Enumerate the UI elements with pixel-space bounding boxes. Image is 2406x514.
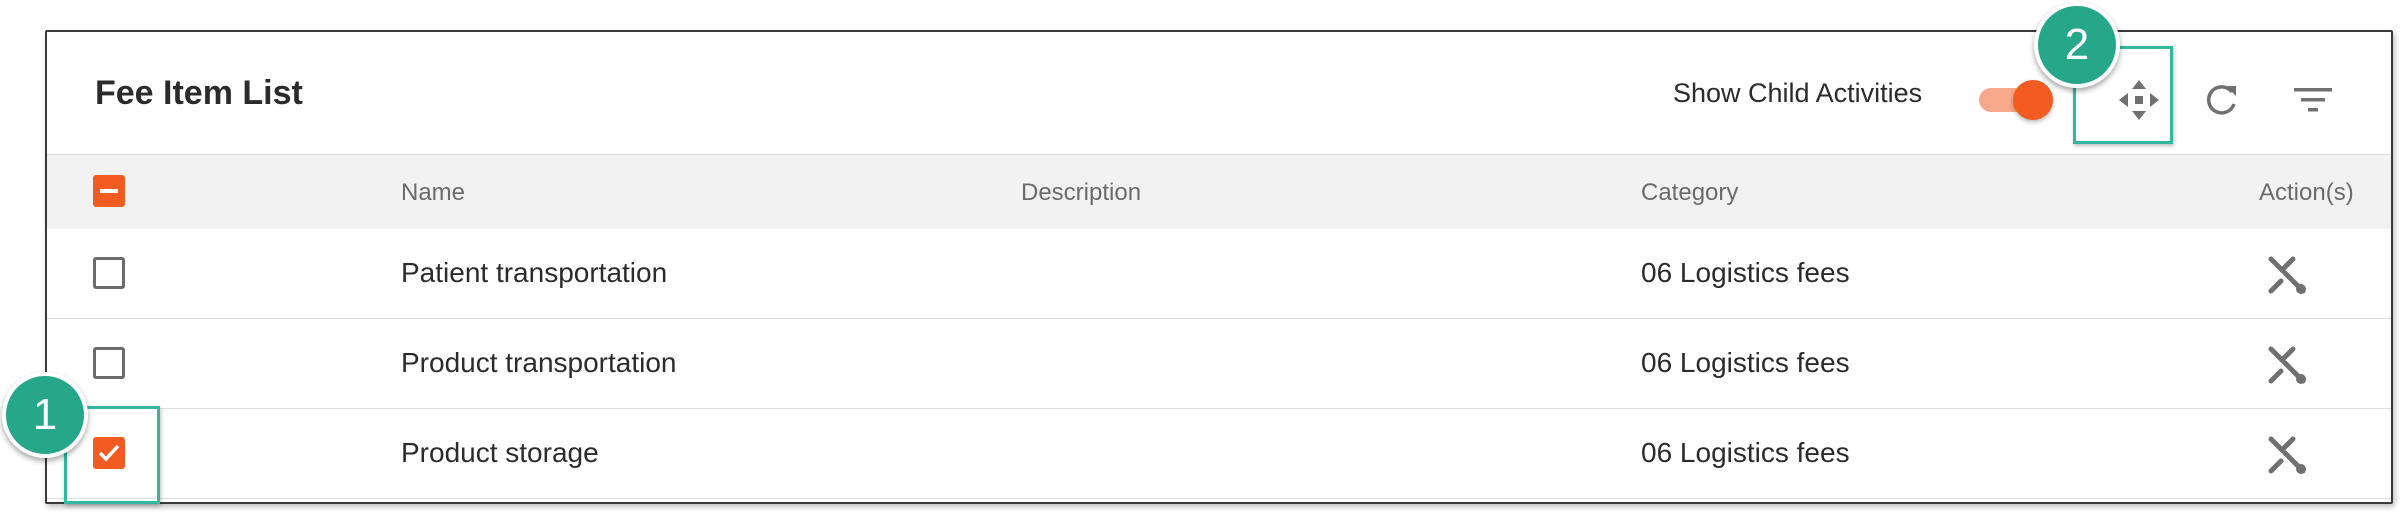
column-header-description[interactable]: Description — [1021, 179, 1141, 207]
select-all-checkbox[interactable] — [93, 175, 125, 207]
column-header-category[interactable]: Category — [1641, 179, 1738, 207]
fee-item-list-panel: Fee Item List Show Child Activities Name… — [45, 30, 2393, 504]
table-row[interactable]: Product transportation 06 Logistics fees — [47, 319, 2391, 409]
toggle-knob — [2013, 80, 2053, 120]
cell-name: Product transportation — [401, 347, 677, 378]
row-checkbox[interactable] — [93, 347, 125, 379]
callout-2: 2 — [2034, 2, 2120, 88]
unlink-icon[interactable] — [2263, 251, 2311, 299]
filter-icon — [2294, 88, 2332, 112]
column-header-name[interactable]: Name — [401, 179, 465, 207]
table-header: Name Description Category Action(s) — [47, 154, 2391, 230]
refresh-icon — [2206, 85, 2236, 115]
show-child-activities-label: Show Child Activities — [1673, 78, 1923, 108]
column-header-actions: Action(s) — [2259, 179, 2354, 206]
filter-button[interactable] — [2285, 72, 2341, 128]
cell-category: 06 Logistics fees — [1641, 257, 1850, 288]
cell-category: 06 Logistics fees — [1641, 437, 1850, 468]
indeterminate-dash — [100, 189, 118, 193]
cell-name: Patient transportation — [401, 257, 668, 288]
table-row[interactable]: Product storage 06 Logistics fees — [47, 409, 2391, 499]
unlink-icon[interactable] — [2263, 431, 2311, 479]
table-row[interactable]: Patient transportation 06 Logistics fees — [47, 229, 2391, 319]
cell-name: Product storage — [401, 437, 599, 468]
unlink-icon[interactable] — [2263, 341, 2311, 389]
row-checkbox[interactable] — [93, 257, 125, 289]
refresh-button[interactable] — [2193, 72, 2249, 128]
page-title: Fee Item List — [95, 74, 303, 112]
callout-1: 1 — [2, 372, 88, 458]
show-child-activities-toggle[interactable] — [1975, 80, 2053, 120]
cell-category: 06 Logistics fees — [1641, 347, 1850, 378]
